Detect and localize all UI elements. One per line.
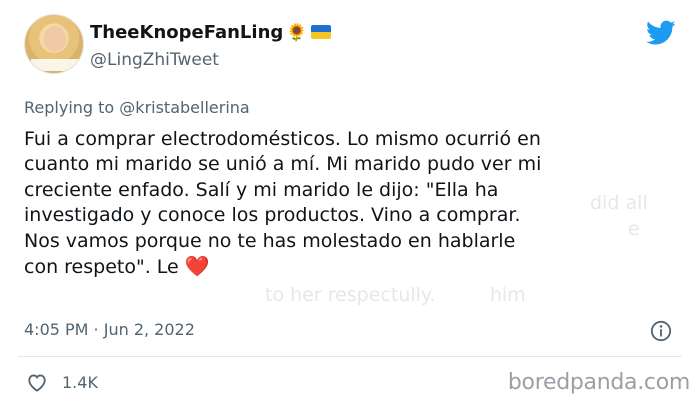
author-name-text: TheeKnopeFanLing (90, 22, 284, 43)
avatar[interactable] (24, 14, 84, 74)
tweet-text-line: con respeto". Le (24, 256, 179, 279)
author-handle[interactable]: @LingZhiTweet (90, 50, 219, 70)
like-count: 1.4K (62, 373, 98, 392)
divider (18, 356, 682, 357)
reply-mention-link[interactable]: @kristabellerina (119, 98, 249, 117)
tweet-text-line-last: con respeto". Le ❤️ (24, 254, 664, 280)
info-icon[interactable] (650, 320, 672, 342)
ukraine-flag-icon (311, 25, 332, 39)
tweet-text-line: cuanto mi marido se unió a mí. Mi marido… (24, 153, 542, 176)
replying-to-label: Replying to (24, 98, 115, 117)
tweet-text-line: creciente enfado. Salí y mi marido le di… (24, 178, 499, 201)
author-display-name[interactable]: TheeKnopeFanLing 🌻 (90, 22, 332, 43)
boredpanda-watermark: boredpanda.com (507, 370, 690, 395)
tweet-text-line: Fui a comprar electrodomésticos. Lo mism… (24, 128, 541, 150)
twitter-bird-icon[interactable] (646, 20, 676, 46)
red-heart-emoji: ❤️ (184, 254, 210, 279)
tweet-text-line: investigado y conoce los productos. Vino… (24, 204, 521, 227)
heart-outline-icon[interactable] (26, 372, 48, 392)
faded-background-text: to her respectully. him (265, 284, 526, 306)
tweet-text-line: Nos vamos porque no te has molestado en … (24, 229, 516, 252)
avatar-face (44, 26, 66, 52)
tweet-card: TheeKnopeFanLing 🌻 @LingZhiTweet Replying… (0, 0, 700, 410)
replying-to-line: Replying to @kristabellerina (24, 98, 250, 117)
tweet-timestamp[interactable]: 4:05 PM · Jun 2, 2022 (24, 320, 195, 339)
tweet-text: Fui a comprar electrodomésticos. Lo mism… (24, 127, 664, 280)
avatar-caption (31, 59, 79, 71)
sunflower-icon: 🌻 (286, 23, 308, 43)
